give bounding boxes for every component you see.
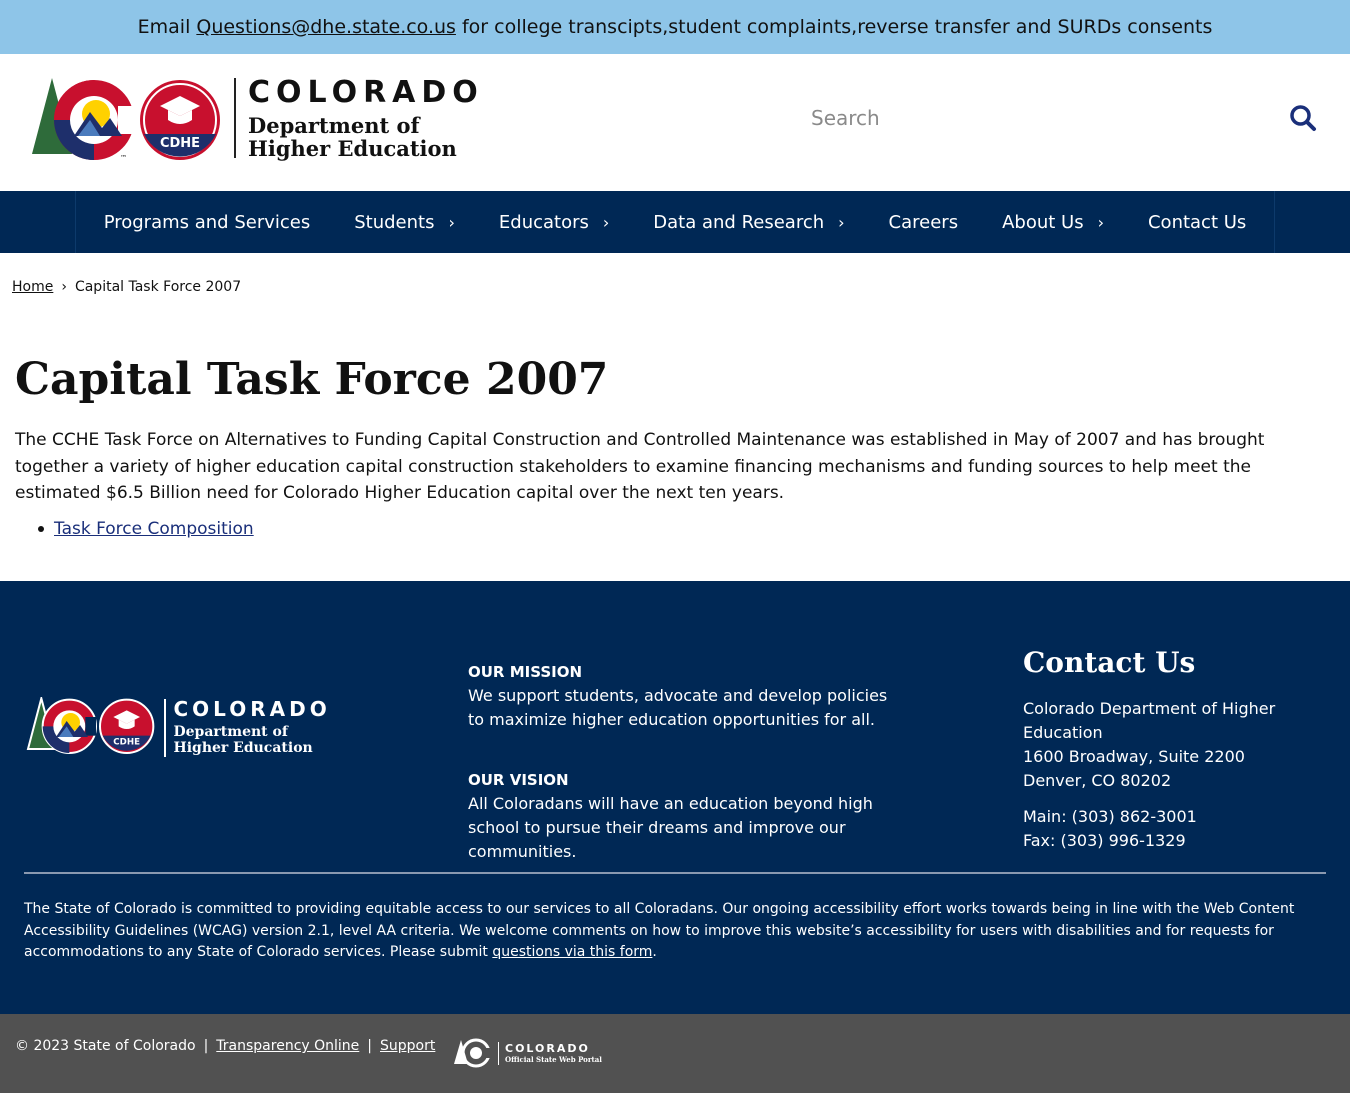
footer-logo-title: COLORADO — [173, 697, 331, 721]
nav-item-careers[interactable]: Careers — [889, 191, 959, 253]
transparency-online-link[interactable]: Transparency Online — [216, 1038, 359, 1054]
intro-paragraph: The CCHE Task Force on Alternatives to F… — [15, 430, 1265, 503]
alert-bar: Email Questions@dhe.state.co.us for coll… — [0, 0, 1350, 54]
support-link[interactable]: Support — [380, 1038, 435, 1054]
nav-item-educators[interactable]: Educators › — [499, 191, 609, 253]
nav-item-label: Contact Us — [1147, 211, 1247, 233]
copyright-text: © 2023 State of Colorado — [15, 1038, 196, 1054]
content-link-list: Task Force Composition — [38, 519, 254, 539]
vision-text: All Coloradans will have an education be… — [468, 794, 873, 861]
mission-text: We support students, advocate and develo… — [468, 686, 888, 729]
portal-title: COLORADO — [505, 1041, 590, 1055]
footer-logo-divider — [164, 699, 166, 757]
colorado-c-logo-icon: ™ CDHE — [28, 76, 228, 166]
breadcrumb: Home › Capital Task Force 2007 — [12, 279, 241, 295]
footer-colorado-c-logo-icon: CDHE — [24, 694, 160, 761]
alert-suffix: for college transcipts,student complaint… — [461, 16, 1213, 38]
chevron-right-icon[interactable]: › — [603, 213, 609, 232]
contact-city: Denver, CO 80202 — [1023, 771, 1172, 790]
colorado-portal-link[interactable]: COLORADO Official State Web Portal — [454, 1038, 602, 1068]
logo-divider — [234, 78, 236, 158]
nav-item-about-us[interactable]: About Us › — [1002, 191, 1104, 253]
svg-text:CDHE: CDHE — [160, 136, 200, 151]
vision-block: OUR VISION All Coloradans will have an e… — [468, 768, 908, 864]
bottom-links: © 2023 State of Colorado | Transparency … — [15, 1038, 435, 1054]
cdhe-logo-link[interactable]: ™ CDHE COLORADO Department of Higher Edu… — [28, 76, 488, 218]
footer-logo-subtitle-line2: Higher Education — [173, 740, 313, 756]
accessibility-text-end: . — [652, 944, 657, 960]
svg-text:CDHE: CDHE — [113, 737, 140, 747]
footer-contact: Contact Us Colorado Department of Higher… — [1023, 645, 1343, 853]
svg-text:™: ™ — [120, 154, 127, 162]
nav-item-label: About Us — [1002, 211, 1084, 233]
bullet-icon — [38, 526, 44, 532]
logo-text: COLORADO Department of Higher Education — [248, 75, 484, 161]
footer-logo-link[interactable]: CDHE COLORADO Department of Higher Educa… — [24, 694, 331, 761]
logo-subtitle-line1: Department of — [248, 113, 420, 138]
footer-logo-subtitle-line1: Department of — [173, 724, 288, 740]
nav-item-label: Data and Research — [653, 211, 825, 233]
search-bar — [800, 98, 1320, 138]
page-title: Capital Task Force 2007 — [15, 354, 609, 405]
contact-fax: Fax: (303) 996-1329 — [1023, 831, 1186, 850]
search-button[interactable] — [1286, 101, 1320, 135]
portal-subtitle: Official State Web Portal — [505, 1054, 602, 1064]
accessibility-form-link[interactable]: questions via this form — [492, 944, 652, 960]
pipe-separator: | — [203, 1038, 209, 1054]
search-input[interactable] — [800, 106, 1286, 130]
contact-org: Colorado Department of Higher Education — [1023, 699, 1276, 742]
chevron-right-icon[interactable]: › — [838, 213, 844, 232]
contact-heading: Contact Us — [1023, 646, 1196, 679]
pipe-separator: | — [367, 1038, 373, 1054]
contact-phones: Main: (303) 862-3001 Fax: (303) 996-1329 — [1023, 805, 1343, 853]
bottom-bar: © 2023 State of Colorado | Transparency … — [0, 1014, 1350, 1093]
alert-prefix: Email — [137, 16, 191, 38]
logo-subtitle-line2: Higher Education — [248, 136, 457, 161]
site-header: ™ CDHE COLORADO Department of Higher Edu… — [0, 54, 1350, 191]
chevron-right-icon[interactable]: › — [1098, 213, 1104, 232]
breadcrumb-separator: › — [61, 279, 67, 295]
breadcrumb-home-link[interactable]: Home — [12, 279, 53, 295]
accessibility-text: The State of Colorado is committed to pr… — [24, 901, 1295, 960]
search-icon — [1290, 105, 1316, 131]
mission-heading: OUR MISSION — [468, 663, 583, 681]
contact-main-phone: Main: (303) 862-3001 — [1023, 807, 1197, 826]
contact-street: 1600 Broadway, Suite 2200 — [1023, 747, 1245, 766]
logo-title: COLORADO — [248, 75, 484, 110]
nav-item-label: Careers — [888, 211, 959, 233]
alert-email-link[interactable]: Questions@dhe.state.co.us — [196, 16, 456, 38]
list-item: Task Force Composition — [38, 519, 254, 539]
nav-item-label: Educators — [498, 211, 589, 233]
vision-heading: OUR VISION — [468, 771, 569, 789]
nav-item-contact-us[interactable]: Contact Us — [1148, 191, 1246, 253]
task-force-composition-link[interactable]: Task Force Composition — [54, 519, 254, 539]
footer-logo-text: COLORADO Department of Higher Education — [174, 697, 331, 756]
breadcrumb-current: Capital Task Force 2007 — [74, 279, 242, 295]
nav-item-data-and-research[interactable]: Data and Research › — [653, 191, 844, 253]
mission-block: OUR MISSION We support students, advocat… — [468, 660, 908, 732]
portal-text: COLORADO Official State Web Portal — [498, 1041, 602, 1065]
site-footer: CDHE COLORADO Department of Higher Educa… — [0, 581, 1350, 1014]
footer-divider — [24, 872, 1326, 874]
accessibility-statement: The State of Colorado is committed to pr… — [24, 899, 1326, 964]
colorado-c-portal-icon — [454, 1038, 492, 1068]
